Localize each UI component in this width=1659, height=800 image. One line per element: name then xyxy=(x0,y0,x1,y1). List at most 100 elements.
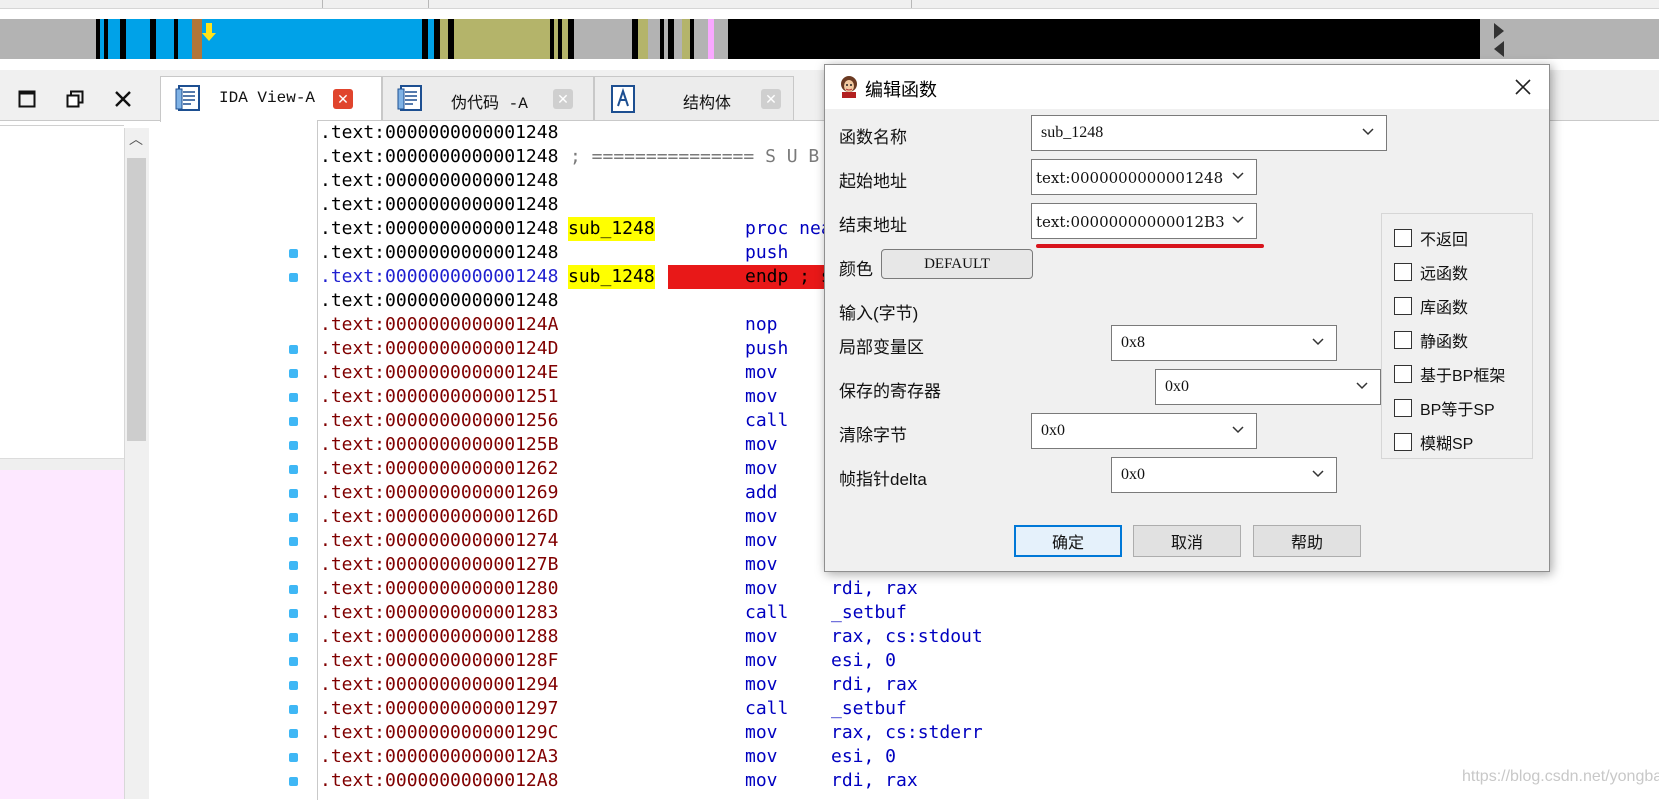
checkbox[interactable] xyxy=(1394,433,1412,451)
restore-button[interactable] xyxy=(60,86,90,112)
color-button[interactable]: DEFAULT xyxy=(881,249,1033,279)
nav-segment[interactable] xyxy=(428,19,434,59)
breakpoint-marker-icon[interactable] xyxy=(289,585,298,594)
checkbox[interactable] xyxy=(1394,399,1412,417)
nav-segment[interactable] xyxy=(422,19,428,59)
frame-pointer-delta-combo[interactable]: 0x0 xyxy=(1111,457,1337,493)
checkbox[interactable] xyxy=(1394,229,1412,247)
nav-segment[interactable] xyxy=(222,19,422,59)
nav-segment[interactable] xyxy=(156,19,174,59)
tab-close-icon[interactable]: ✕ xyxy=(333,89,353,109)
breakpoint-marker-icon[interactable] xyxy=(289,273,298,282)
local-vars-combo[interactable]: 0x8 xyxy=(1111,325,1337,361)
nav-segment[interactable] xyxy=(554,19,558,59)
tab-close-icon[interactable]: ✕ xyxy=(761,89,781,109)
breakpoint-marker-icon[interactable] xyxy=(289,513,298,522)
nav-segment[interactable] xyxy=(728,19,1480,59)
breakpoint-marker-icon[interactable] xyxy=(289,633,298,642)
breakpoint-marker-icon[interactable] xyxy=(289,753,298,762)
function-name-combo[interactable]: sub_1248 xyxy=(1031,115,1387,151)
breakpoint-marker-icon[interactable] xyxy=(289,417,298,426)
checkbox-library-function[interactable]: 库函数 xyxy=(1394,294,1468,318)
nav-segment[interactable] xyxy=(664,19,668,59)
nav-segment[interactable] xyxy=(660,19,664,59)
nav-segment[interactable] xyxy=(0,19,96,59)
breakpoint-marker-icon[interactable] xyxy=(289,393,298,402)
breakpoint-marker-icon[interactable] xyxy=(289,441,298,450)
breakpoint-marker-icon[interactable] xyxy=(289,537,298,546)
checkbox-fuzzy-sp[interactable]: 模糊SP xyxy=(1394,430,1473,454)
cancel-button[interactable]: 取消 xyxy=(1133,525,1241,557)
nav-segment[interactable] xyxy=(708,19,714,59)
nav-segment[interactable] xyxy=(448,19,454,59)
breakpoint-marker-icon[interactable] xyxy=(289,465,298,474)
nav-segment[interactable] xyxy=(674,19,682,59)
checkbox[interactable] xyxy=(1394,331,1412,349)
nav-segment[interactable] xyxy=(694,19,708,59)
breakpoint-marker-icon[interactable] xyxy=(289,345,298,354)
checkbox-bp-equals-sp[interactable]: BP等于SP xyxy=(1394,396,1495,420)
nav-left-arrow-icon[interactable] xyxy=(1494,41,1504,57)
tab-ida-view-a[interactable]: IDA View-A ✕ xyxy=(160,76,382,122)
dialog-close-button[interactable] xyxy=(1505,71,1541,103)
breakpoint-marker-icon[interactable] xyxy=(289,369,298,378)
breakpoint-marker-icon[interactable] xyxy=(289,705,298,714)
nav-segment[interactable] xyxy=(120,19,126,59)
nav-segment[interactable] xyxy=(440,19,448,59)
checkbox[interactable] xyxy=(1394,297,1412,315)
nav-segment[interactable] xyxy=(550,19,554,59)
nav-segment[interactable] xyxy=(108,19,120,59)
nav-segment[interactable] xyxy=(558,19,562,59)
dialog-titlebar[interactable]: 编辑函数 xyxy=(825,65,1549,109)
breakpoint-marker-icon[interactable] xyxy=(289,657,298,666)
breakpoint-marker-icon[interactable] xyxy=(289,561,298,570)
breakpoint-marker-icon[interactable] xyxy=(289,249,298,258)
nav-segment[interactable] xyxy=(126,19,150,59)
nav-segment[interactable] xyxy=(638,19,648,59)
breakpoint-marker-icon[interactable] xyxy=(289,609,298,618)
checkbox-no-return[interactable]: 不返回 xyxy=(1394,226,1468,250)
checkbox-static-function[interactable]: 静函数 xyxy=(1394,328,1468,352)
nav-segment[interactable] xyxy=(682,19,690,59)
nav-segment[interactable] xyxy=(574,19,632,59)
tab-pseudocode-a[interactable]: 伪代码 -A ✕ xyxy=(382,76,594,120)
nav-segment[interactable] xyxy=(648,19,660,59)
checkbox-bp-based-frame[interactable]: 基于BP框架 xyxy=(1394,362,1505,386)
nav-segment[interactable] xyxy=(562,19,568,59)
nav-segment[interactable] xyxy=(150,19,156,59)
nav-segment[interactable] xyxy=(192,19,202,59)
ok-button[interactable]: 确定 xyxy=(1014,525,1122,557)
nav-segment[interactable] xyxy=(714,19,728,59)
nav-segment[interactable] xyxy=(434,19,440,59)
breakpoint-marker-icon[interactable] xyxy=(289,777,298,786)
nav-segment[interactable] xyxy=(104,19,108,59)
navigation-band-canvas[interactable] xyxy=(0,19,1659,59)
start-address-combo[interactable]: text:0000000000001248 xyxy=(1031,159,1257,195)
nav-right-arrow-icon[interactable] xyxy=(1494,23,1504,39)
nav-segment[interactable] xyxy=(1480,19,1659,59)
navigation-band[interactable] xyxy=(0,19,1659,59)
nav-segment[interactable] xyxy=(568,19,574,59)
saved-registers-combo[interactable]: 0x0 xyxy=(1155,369,1381,405)
nav-segment[interactable] xyxy=(632,19,638,59)
purged-bytes-combo[interactable]: 0x0 xyxy=(1031,413,1257,449)
help-button[interactable]: 帮助 xyxy=(1253,525,1361,557)
breakpoint-marker-icon[interactable] xyxy=(289,729,298,738)
nav-segment[interactable] xyxy=(100,19,104,59)
nav-segment[interactable] xyxy=(174,19,178,59)
checkbox[interactable] xyxy=(1394,263,1412,281)
end-address-combo[interactable]: text:00000000000012B3 xyxy=(1031,203,1257,239)
nav-segment[interactable] xyxy=(96,19,100,59)
scroll-up-arrow-icon[interactable]: ︿ xyxy=(124,128,148,150)
nav-segment[interactable] xyxy=(178,19,192,59)
nav-segment[interactable] xyxy=(668,19,674,59)
breakpoint-marker-icon[interactable] xyxy=(289,489,298,498)
breakpoint-marker-icon[interactable] xyxy=(289,681,298,690)
checkbox[interactable] xyxy=(1394,365,1412,383)
nav-segment[interactable] xyxy=(454,19,550,59)
scrollbar-thumb[interactable] xyxy=(127,158,146,441)
tab-close-icon[interactable]: ✕ xyxy=(553,89,573,109)
close-button[interactable] xyxy=(108,86,138,112)
nav-segment[interactable] xyxy=(690,19,694,59)
checkbox-far-function[interactable]: 远函数 xyxy=(1394,260,1468,284)
